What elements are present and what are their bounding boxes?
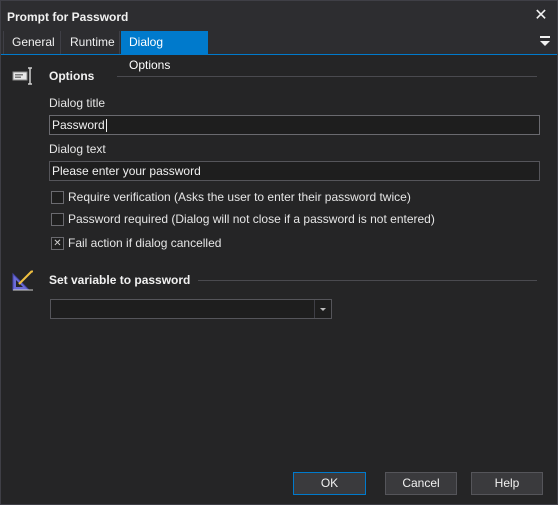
ok-button[interactable]: OK <box>293 472 366 495</box>
tab-general[interactable]: General <box>3 31 61 54</box>
fail-action-checkbox[interactable]: ✕ <box>51 237 64 250</box>
close-button[interactable]: ✕ <box>531 6 551 26</box>
window-title: Prompt for Password <box>7 10 129 24</box>
dialog-title-value: Password <box>52 118 105 132</box>
tab-dialog-options[interactable]: Dialog Options <box>121 31 208 72</box>
text-caret <box>105 119 107 133</box>
tab-menu-icon[interactable] <box>539 35 551 49</box>
set-variable-section-title: Set variable to password <box>49 273 191 287</box>
options-icon <box>12 67 32 85</box>
variable-select[interactable] <box>50 299 332 319</box>
options-divider <box>117 76 537 77</box>
help-button[interactable]: Help <box>471 472 543 495</box>
set-variable-divider <box>198 280 537 281</box>
title-bar[interactable]: Prompt for Password ✕ <box>1 1 557 31</box>
dialog-text-label: Dialog text <box>49 142 106 156</box>
require-verification-label: Require verification (Asks the user to e… <box>68 190 411 204</box>
variable-select-dropdown-button[interactable] <box>314 300 331 318</box>
prompt-for-password-dialog: Prompt for Password ✕ General Runtime Di… <box>0 0 558 505</box>
set-variable-icon <box>12 270 33 291</box>
password-required-checkbox[interactable] <box>51 213 64 226</box>
tab-runtime[interactable]: Runtime <box>62 31 120 54</box>
dialog-text-value: Please enter your password <box>52 164 201 178</box>
cancel-button[interactable]: Cancel <box>385 472 457 495</box>
fail-action-label: Fail action if dialog cancelled <box>68 236 222 250</box>
password-required-label: Password required (Dialog will not close… <box>68 212 435 226</box>
dialog-text-input[interactable]: Please enter your password <box>49 161 540 181</box>
tab-bar: General Runtime Dialog Options <box>1 31 557 72</box>
checkmark-icon: ✕ <box>53 238 62 249</box>
chevron-down-icon <box>320 308 326 311</box>
require-verification-checkbox[interactable] <box>51 191 64 204</box>
dialog-title-input[interactable]: Password <box>49 115 540 135</box>
options-section-title: Options <box>49 69 95 83</box>
dialog-title-label: Dialog title <box>49 96 106 110</box>
